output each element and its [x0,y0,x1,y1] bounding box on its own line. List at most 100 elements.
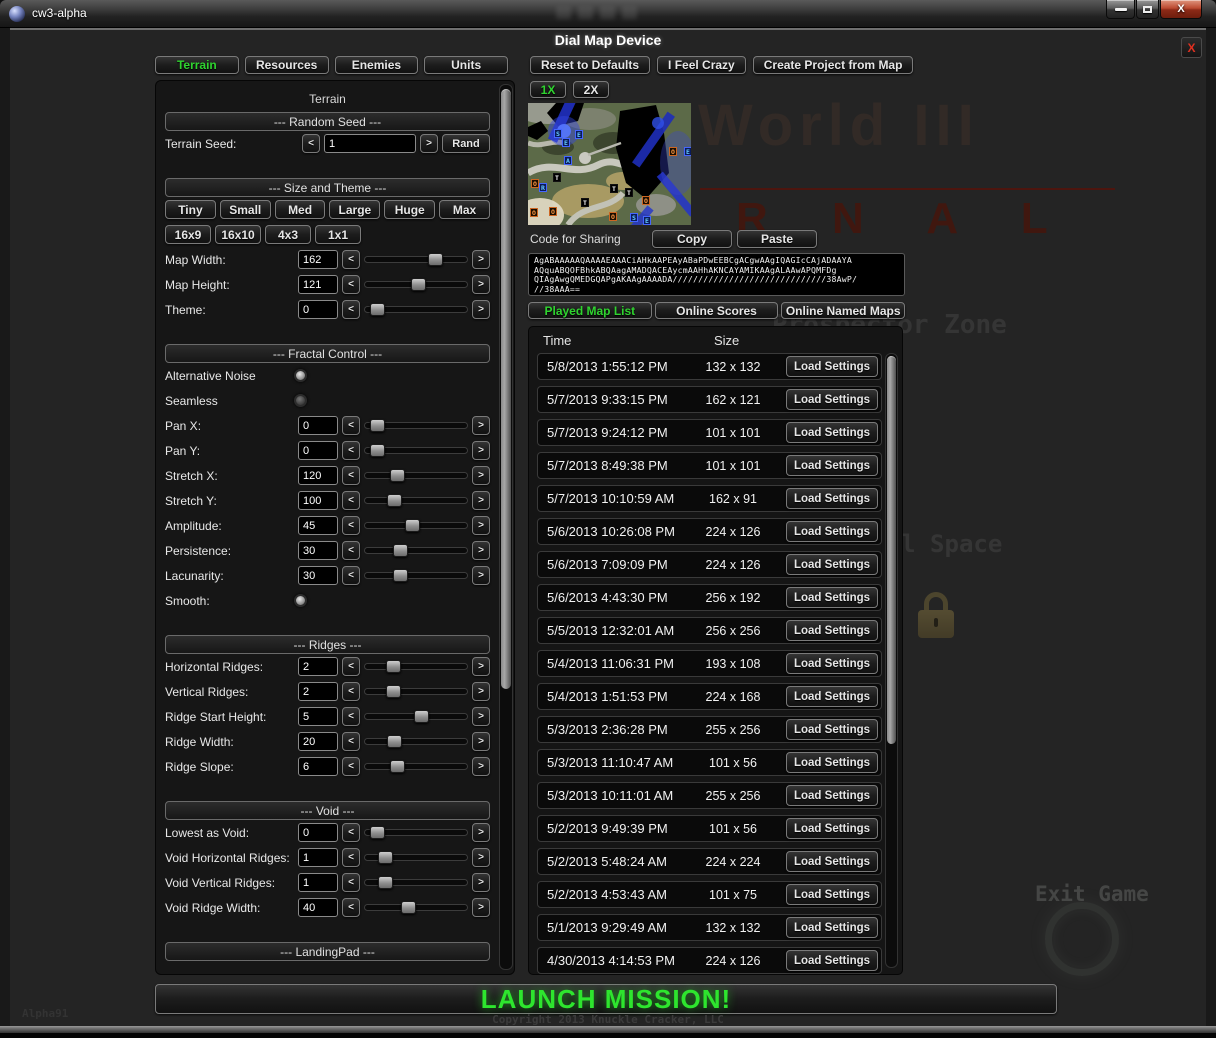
theme-slider-thumb[interactable] [370,303,385,316]
amplitude-slider[interactable] [364,522,468,529]
load-settings-button[interactable]: Load Settings [786,917,878,938]
preset-huge-button[interactable]: Huge [384,200,435,219]
random-seed-button[interactable]: Rand [442,134,490,153]
map-height-slider[interactable] [364,281,468,288]
copy-button[interactable]: Copy [652,230,732,248]
load-settings-button[interactable]: Load Settings [786,851,878,872]
minimize-button[interactable] [1106,0,1135,19]
persistence-slider[interactable] [364,547,468,554]
preset-1x1-button[interactable]: 1x1 [315,225,361,244]
theme-input[interactable] [298,300,338,319]
dialog-close-button[interactable]: X [1181,37,1202,58]
ridge-slope-slider[interactable] [364,763,468,770]
load-settings-button[interactable]: Load Settings [786,752,878,773]
load-settings-button[interactable]: Load Settings [786,620,878,641]
ridge-width-slider-thumb[interactable] [387,735,402,748]
theme-slider[interactable] [364,306,468,313]
void-horizontal-ridges-input[interactable] [298,848,338,867]
map-width-decrement-button[interactable]: < [342,250,360,269]
load-settings-button[interactable]: Load Settings [786,884,878,905]
share-code-box[interactable]: AgABAAAAAQAAAAEAAACiAHkAAPEAyABaPDwEEBCg… [528,253,905,296]
seed-decrement-button[interactable]: < [302,134,320,153]
void-vertical-ridges-input[interactable] [298,873,338,892]
void-vertical-ridges-slider[interactable] [364,879,468,886]
amplitude-increment-button[interactable]: > [472,516,490,535]
void-vertical-ridges-decrement-button[interactable]: < [342,873,360,892]
load-settings-button[interactable]: Load Settings [786,785,878,806]
ridge-slope-decrement-button[interactable]: < [342,757,360,776]
ridge-start-height-input[interactable] [298,707,338,726]
tab-enemies[interactable]: Enemies [335,56,419,74]
window-titlebar[interactable]: cw3-alpha [0,0,1216,28]
ridge-start-height-slider[interactable] [364,713,468,720]
preset-16x9-button[interactable]: 16x9 [165,225,211,244]
terrain-panel-scrollbar[interactable] [499,84,513,970]
lowest-as-void-input[interactable] [298,823,338,842]
map-height-increment-button[interactable]: > [472,275,490,294]
map-preview[interactable]: SEEATOROETTTOOOOSE [528,103,691,225]
vertical-ridges-input[interactable] [298,682,338,701]
terrain-panel-scrollbar-thumb[interactable] [501,89,511,689]
ridge-width-increment-button[interactable]: > [472,732,490,751]
lowest-as-void-decrement-button[interactable]: < [342,823,360,842]
amplitude-slider-thumb[interactable] [405,519,420,532]
load-settings-button[interactable]: Load Settings [786,422,878,443]
load-settings-button[interactable]: Load Settings [786,950,878,971]
ridge-slope-increment-button[interactable]: > [472,757,490,776]
load-settings-button[interactable]: Load Settings [786,521,878,542]
zoom-1x-button[interactable]: 1X [530,81,566,98]
void-ridge-width-slider[interactable] [364,904,468,911]
vertical-ridges-increment-button[interactable]: > [472,682,490,701]
seamless-toggle[interactable] [294,394,307,407]
lacunarity-slider[interactable] [364,572,468,579]
map-width-increment-button[interactable]: > [472,250,490,269]
create-project-from-map-button[interactable]: Create Project from Map [753,56,914,74]
theme-increment-button[interactable]: > [472,300,490,319]
stretch-y-increment-button[interactable]: > [472,491,490,510]
tab-online-scores[interactable]: Online Scores [655,302,779,319]
close-button[interactable]: X [1160,0,1202,19]
preset-max-button[interactable]: Max [439,200,490,219]
tab-played-map-list[interactable]: Played Map List [528,302,652,319]
maximize-button[interactable] [1136,0,1159,19]
ridge-width-input[interactable] [298,732,338,751]
void-horizontal-ridges-slider-thumb[interactable] [378,851,393,864]
terrain-seed-input[interactable] [324,134,416,153]
map-height-input[interactable] [298,275,338,294]
stretch-y-decrement-button[interactable]: < [342,491,360,510]
table-scrollbar[interactable] [885,353,898,968]
load-settings-button[interactable]: Load Settings [786,587,878,608]
stretch-x-input[interactable] [298,466,338,485]
load-settings-button[interactable]: Load Settings [786,554,878,575]
persistence-increment-button[interactable]: > [472,541,490,560]
void-vertical-ridges-increment-button[interactable]: > [472,873,490,892]
ridge-start-height-decrement-button[interactable]: < [342,707,360,726]
amplitude-decrement-button[interactable]: < [342,516,360,535]
tab-resources[interactable]: Resources [245,56,329,74]
lacunarity-input[interactable] [298,566,338,585]
stretch-x-slider-thumb[interactable] [390,469,405,482]
load-settings-button[interactable]: Load Settings [786,653,878,674]
table-scrollbar-thumb[interactable] [887,356,896,744]
lowest-as-void-slider[interactable] [364,829,468,836]
lacunarity-increment-button[interactable]: > [472,566,490,585]
pan-x-decrement-button[interactable]: < [342,416,360,435]
lowest-as-void-increment-button[interactable]: > [472,823,490,842]
i-feel-crazy-button[interactable]: I Feel Crazy [657,56,746,74]
tab-online-named-maps[interactable]: Online Named Maps [781,302,905,319]
load-settings-button[interactable]: Load Settings [786,488,878,509]
void-ridge-width-input[interactable] [298,898,338,917]
ridge-slope-input[interactable] [298,757,338,776]
void-ridge-width-increment-button[interactable]: > [472,898,490,917]
ridge-width-slider[interactable] [364,738,468,745]
stretch-y-slider-thumb[interactable] [387,494,402,507]
pan-x-slider-thumb[interactable] [370,419,385,432]
ridge-width-decrement-button[interactable]: < [342,732,360,751]
launch-mission-button[interactable]: LAUNCH MISSION! [155,984,1057,1014]
seed-increment-button[interactable]: > [420,134,438,153]
alternative-noise-toggle[interactable] [294,369,307,382]
pan-x-slider[interactable] [364,422,468,429]
theme-decrement-button[interactable]: < [342,300,360,319]
tab-units[interactable]: Units [424,56,508,74]
lacunarity-slider-thumb[interactable] [393,569,408,582]
